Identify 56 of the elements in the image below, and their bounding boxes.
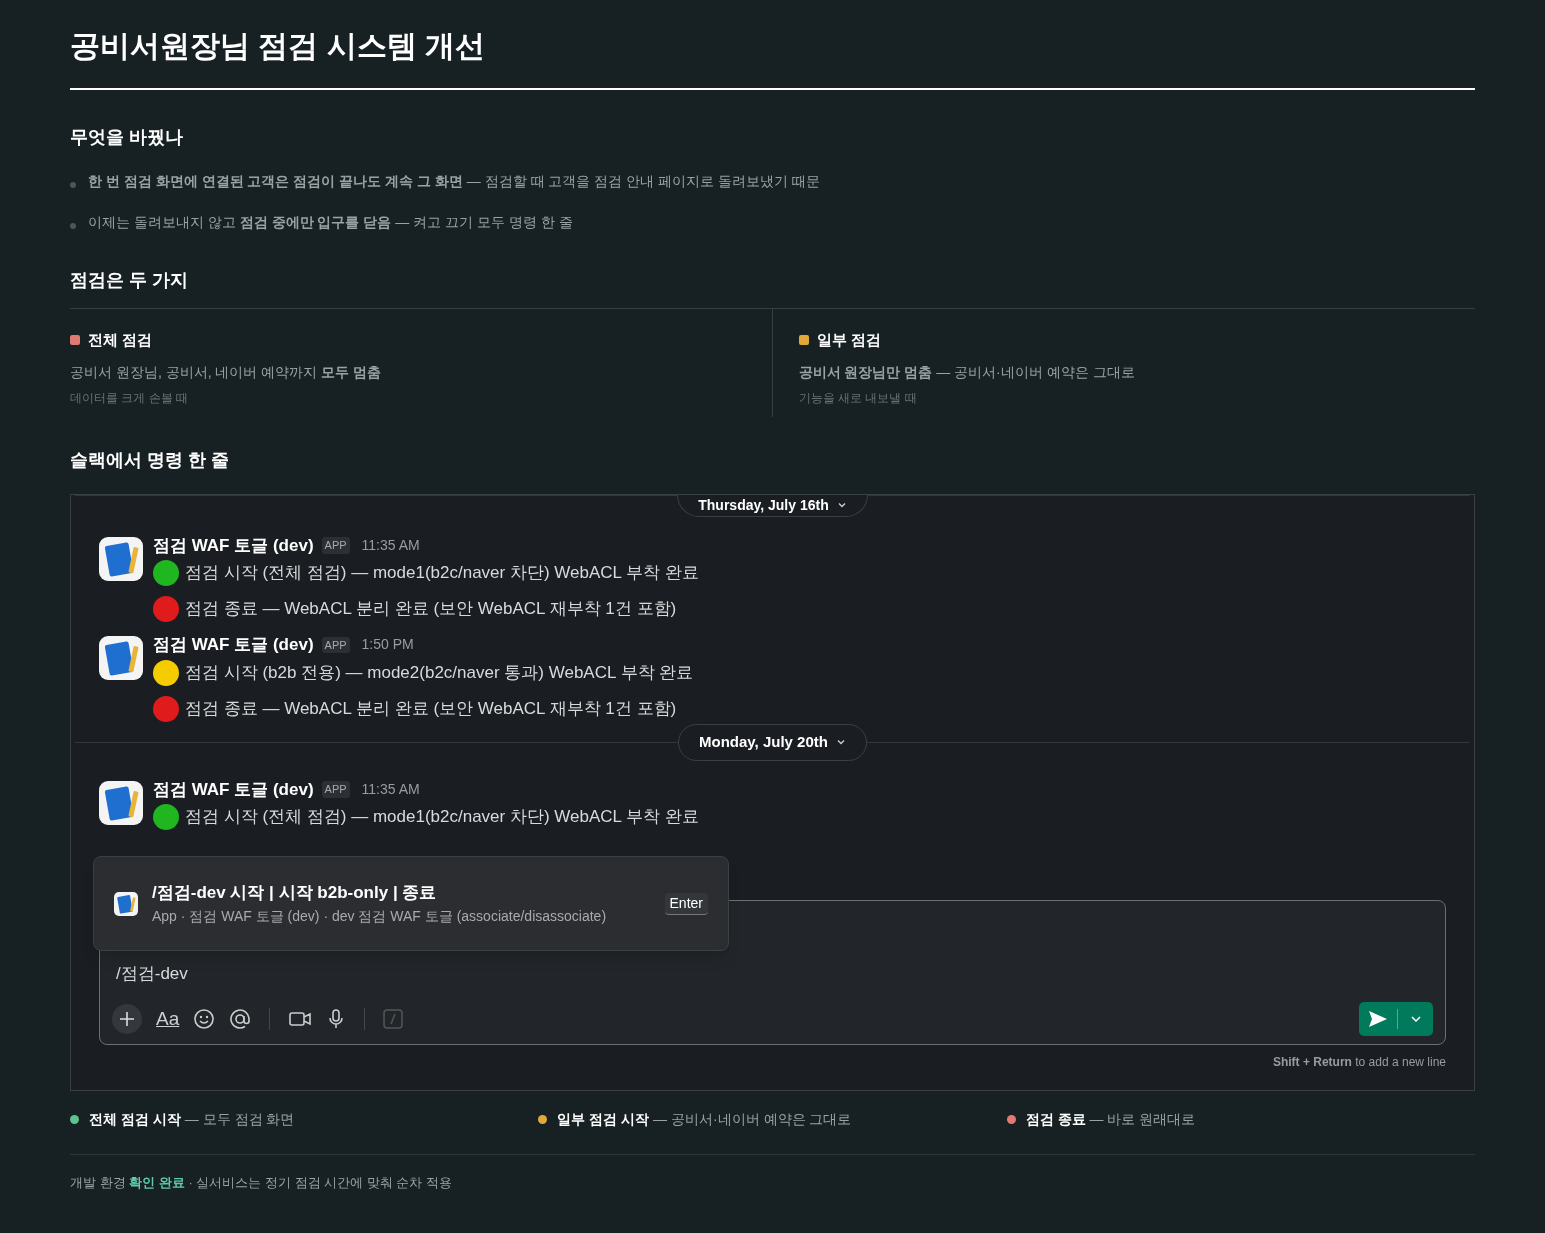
footer-note: 개발 환경 확인 완료 · 실서비스는 정기 점검 시간에 맞춰 순차 적용 [70,1173,454,1192]
legend-label: 전체 점검 시작 [89,1109,181,1129]
app-notebook-icon [99,636,143,680]
mode-description: 공비서 원장님, 공비서, 네이버 예약까지 모두 멈춤 [70,362,383,382]
section-heading: 점검은 두 가지 [70,269,189,292]
add-button[interactable] [112,1004,142,1034]
app-badge: APP [321,537,350,554]
chevron-down-icon [1410,1016,1421,1022]
message-time: 11:35 AM [361,535,420,555]
date-divider-pill[interactable]: Thursday, July 16th [677,494,868,517]
change-text: 이제는 돌려보내지 않고 점검 중에만 입구를 닫음 — 켜고 끄기 모두 명령 한 줄 [88,213,573,232]
section-heading: 무엇을 바꿨나 [70,126,184,149]
legend-description: — 모두 점검 화면 [184,1109,295,1129]
app-badge: APP [321,636,350,653]
command-description: App · 점검 WAF 토글 (dev) · dev 점검 WAF 토글 (associate/disassociate) [152,906,608,926]
bullet-icon [70,222,76,229]
change-text: 한 번 점검 화면에 연결된 고객은 점검이 끝나도 계속 그 화면 — 점검할 때 고객을 점검 안내 페이지로 돌려보냈기 때문 [88,172,820,191]
legend-description: — 공비서·네이버 예약은 그대로 [653,1109,852,1129]
message-text: 점검 종료 — WebACL 분리 완료 (보안 WebACL 재부착 1건 포함) [185,697,677,720]
app-notebook-icon [99,780,143,825]
sender-name[interactable]: 점검 WAF 토글 (dev) [153,776,314,802]
mode-description: 공비서 원장님만 멈춤 — 공비서·네이버 예약은 그대로 [798,362,1136,382]
message-time: 11:35 AM [361,779,420,799]
enter-key-hint: Enter [664,892,708,915]
app-notebook-icon [99,536,143,581]
sender-name[interactable]: 점검 WAF 토글 (dev) [153,632,314,658]
legend-label: 일부 점검 시작 [557,1109,650,1129]
send-button[interactable] [1359,1002,1433,1036]
mention-icon[interactable] [229,1008,252,1030]
legend-description: — 바로 원래대로 [1089,1109,1196,1129]
message-text: 점검 시작 (전체 점검) — mode1(b2c/naver 차단) WebACL 부착 완료 [185,806,699,829]
app-badge: APP [321,781,350,798]
message-text: 점검 시작 (b2b 전용) — mode2(b2c/naver 통과) WebACL 부착 완료 [185,661,694,684]
message-text: 점검 시작 (전체 점검) — mode1(b2c/naver 차단) WebACL 부착 완료 [185,562,699,585]
message-time: 1:50 PM [361,635,414,655]
plus-icon [118,1010,136,1028]
chevron-down-icon [835,737,846,747]
mode-title: 일부 점검 [816,330,881,350]
newline-hint: Shift + Return to add a new line [1272,1054,1446,1071]
legend-label: 점검 종료 [1025,1109,1086,1129]
formatting-button[interactable]: Aa [156,1004,180,1034]
message-text: 점검 종료 — WebACL 분리 완료 (보안 WebACL 재부착 1건 포함) [185,598,677,621]
suggestion-popup[interactable]: /점검-dev 시작 | 시작 b2b-only | 종료 App · 점검 WAF 토글 (dev) · dev 점검 WAF 토글 (associate/disassociate) Enter [93,856,729,951]
mode-use-case: 기능을 새로 내보낼 때 [798,389,918,407]
app-notebook-icon [114,891,138,916]
bullet-icon [70,181,76,188]
date-divider-pill[interactable]: Monday, July 20th [678,723,867,761]
chevron-down-icon [836,500,847,510]
composer-input-text[interactable]: /점검-dev [112,960,1433,986]
mode-title: 전체 점검 [88,330,153,350]
video-icon[interactable] [288,1009,313,1029]
page-title: 공비서원장님 점검 시스템 개선 [70,28,486,64]
emoji-icon[interactable] [193,1008,216,1030]
mode-use-case: 데이터를 크게 손볼 때 [70,389,189,407]
sender-name[interactable]: 점검 WAF 토글 (dev) [153,532,314,558]
section-heading: 슬랙에서 명령 한 줄 [70,448,230,472]
